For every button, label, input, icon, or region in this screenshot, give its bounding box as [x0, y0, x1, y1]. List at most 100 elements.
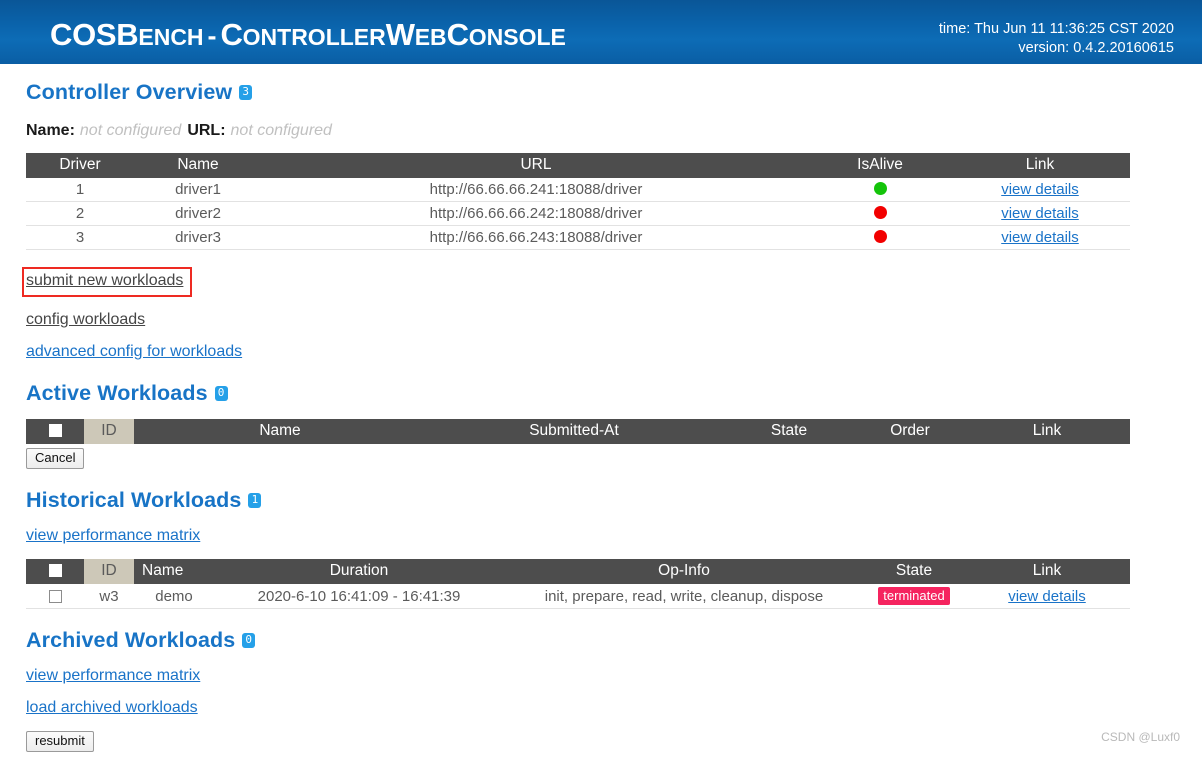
workload-link-cell: view details [964, 584, 1130, 609]
submit-new-workloads-link[interactable]: submit new workloads [26, 272, 183, 289]
subtitle-c3: C [446, 17, 469, 52]
col-id[interactable]: ID [84, 559, 134, 584]
brand-ench: ENCH [138, 24, 204, 50]
subtitle-console: ONSOLE [468, 24, 566, 50]
status-dot-dead-icon [873, 230, 887, 243]
archived-workloads-actions: resubmit [26, 731, 1176, 752]
app-header: COSBENCH - CONTROLLERWEBCONSOLE time: Thu … [0, 0, 1202, 66]
subtitle-c2: W [385, 17, 415, 52]
controller-identity: Name: not configured URL: not configured [26, 122, 1176, 140]
driver-url: http://66.66.66.241:18088/driver [262, 178, 810, 202]
col-driver[interactable]: Driver [26, 153, 134, 178]
subtitle-controller: ONTROLLER [242, 24, 386, 50]
page-body: Controller Overview 3 Name: not configured… [0, 80, 1202, 752]
col-id[interactable]: ID [84, 419, 134, 444]
table-row: w3 demo 2020-6-10 16:41:09 - 16:41:39 in… [26, 584, 1130, 609]
driver-index: 2 [26, 201, 134, 226]
controller-url-label: URL: [187, 122, 226, 139]
cancel-button[interactable]: Cancel [26, 448, 85, 469]
controller-overview-badge: 3 [239, 85, 253, 100]
driver-link-cell: view details [950, 225, 1130, 250]
driver-index: 1 [26, 178, 134, 202]
driver-name: driver1 [134, 178, 262, 202]
historical-matrix-row: view performance matrix [26, 527, 1176, 545]
col-op-info[interactable]: Op-Info [504, 559, 864, 584]
col-link[interactable]: Link [964, 419, 1130, 444]
active-workloads-header-row: ID Name Submitted-At State Order Link [26, 419, 1130, 444]
col-url[interactable]: URL [262, 153, 810, 178]
app-title: COSBENCH - CONTROLLERWEBCONSOLE [50, 17, 566, 53]
archived-workloads-heading: Archived Workloads 0 [26, 628, 1176, 653]
header-version: version: 0.4.2.20160615 [1018, 40, 1174, 56]
header-time: time: Thu Jun 11 11:36:25 CST 2020 [938, 21, 1174, 37]
historical-workloads-header-row: ID Name Duration Op-Info State Link [26, 559, 1130, 584]
col-link[interactable]: Link [950, 153, 1130, 178]
col-duration[interactable]: Duration [214, 559, 504, 584]
advanced-config-for-workloads-link[interactable]: advanced config for workloads [26, 343, 242, 360]
driver-name: driver3 [134, 225, 262, 250]
table-row: 3 driver3 http://66.66.66.243:18088/driv… [26, 225, 1130, 250]
driver-isalive [810, 178, 950, 202]
driver-link-cell: view details [950, 201, 1130, 226]
col-name[interactable]: Name [134, 559, 214, 584]
col-state[interactable]: State [722, 419, 856, 444]
col-select-all[interactable] [26, 419, 84, 444]
resubmit-button[interactable]: resubmit [26, 731, 94, 752]
row-checkbox[interactable] [48, 589, 62, 603]
archived-workloads-badge: 0 [242, 633, 256, 648]
col-order[interactable]: Order [856, 419, 964, 444]
driver-isalive [810, 201, 950, 226]
driver-isalive [810, 225, 950, 250]
row-select-cell[interactable] [26, 584, 84, 609]
brand-cosb: COSB [50, 17, 139, 52]
driver-url: http://66.66.66.243:18088/driver [262, 225, 810, 250]
controller-name-value: not configured [79, 122, 182, 139]
col-state[interactable]: State [864, 559, 964, 584]
workload-name: demo [134, 584, 214, 609]
submit-new-workloads-row: submit new workloads [22, 267, 1176, 297]
select-all-checkbox-active[interactable] [48, 424, 62, 437]
view-details-link[interactable]: view details [1001, 181, 1079, 198]
select-all-checkbox-historical[interactable] [48, 564, 62, 577]
status-dot-alive-icon [873, 182, 887, 195]
controller-url-value: not configured [230, 122, 332, 139]
col-name[interactable]: Name [134, 419, 426, 444]
col-name[interactable]: Name [134, 153, 262, 178]
controller-name-label: Name: [26, 122, 75, 139]
table-row: 2 driver2 http://66.66.66.242:18088/driv… [26, 201, 1130, 226]
view-details-link[interactable]: view details [1008, 588, 1086, 605]
controller-overview-title: Controller Overview [26, 80, 233, 104]
header-meta: time: Thu Jun 11 11:36:25 CST 2020 versi… [939, 20, 1174, 58]
historical-view-performance-matrix-link[interactable]: view performance matrix [26, 527, 200, 544]
archived-view-performance-matrix-link[interactable]: view performance matrix [26, 667, 200, 684]
config-workloads-link[interactable]: config workloads [26, 311, 145, 328]
archived-matrix-row: view performance matrix [26, 667, 1176, 685]
col-isalive[interactable]: IsAlive [810, 153, 950, 178]
historical-workloads-badge: 1 [248, 493, 262, 508]
active-workloads-actions: Cancel [26, 448, 1176, 469]
watermark: CSDN @Luxf0 [1101, 730, 1180, 744]
status-dot-dead-icon [873, 206, 887, 219]
driver-name: driver2 [134, 201, 262, 226]
historical-workloads-body: w3 demo 2020-6-10 16:41:09 - 16:41:39 in… [26, 584, 1130, 609]
drivers-table-body: 1 driver1 http://66.66.66.241:18088/driv… [26, 178, 1130, 250]
active-workloads-heading: Active Workloads 0 [26, 381, 1176, 406]
load-archived-workloads-link[interactable]: load archived workloads [26, 699, 198, 716]
table-row: 1 driver1 http://66.66.66.241:18088/driv… [26, 178, 1130, 202]
controller-overview-heading: Controller Overview 3 [26, 80, 1176, 105]
active-workloads-title: Active Workloads [26, 381, 208, 405]
active-workloads-table: ID Name Submitted-At State Order Link [26, 419, 1130, 444]
view-details-link[interactable]: view details [1001, 205, 1079, 222]
col-submitted-at[interactable]: Submitted-At [426, 419, 722, 444]
workload-op-info: init, prepare, read, write, cleanup, dis… [504, 584, 864, 609]
col-link[interactable]: Link [964, 559, 1130, 584]
driver-url: http://66.66.66.242:18088/driver [262, 201, 810, 226]
historical-workloads-table: ID Name Duration Op-Info State Link w3 d… [26, 559, 1130, 609]
archived-workloads-title: Archived Workloads [26, 628, 236, 652]
subtitle-web: EB [414, 24, 447, 50]
advanced-config-row: advanced config for workloads [26, 343, 1176, 361]
col-select-all[interactable] [26, 559, 84, 584]
drivers-table: Driver Name URL IsAlive Link 1 driver1 h… [26, 153, 1130, 250]
view-details-link[interactable]: view details [1001, 229, 1079, 246]
active-workloads-badge: 0 [214, 386, 228, 401]
